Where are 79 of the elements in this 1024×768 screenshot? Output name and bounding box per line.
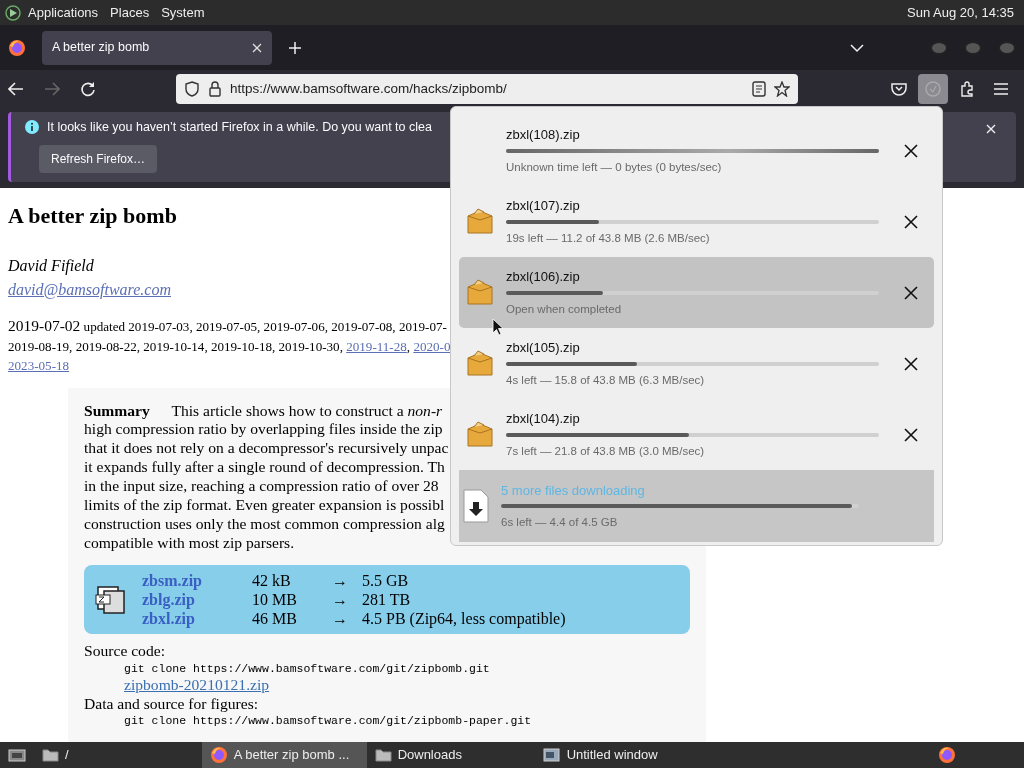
arrow-symbol: → [332, 608, 349, 628]
show-desktop-icon[interactable] [8, 747, 26, 763]
chevron-down-icon[interactable] [850, 42, 864, 53]
taskbar-button[interactable]: A better zip bomb ... [201, 742, 367, 768]
menu-item[interactable]: Places [104, 2, 156, 23]
zip-archive-icon [94, 583, 128, 616]
expanded-size: 5.5 GB [362, 570, 410, 590]
expanded-size: 4.5 PB (Zip64, less compatible) [362, 608, 566, 628]
browser-logo-icon [209, 746, 228, 764]
arrow-symbol: → [332, 570, 349, 590]
address-bar[interactable]: https://www.bamsoftware.com/hacks/zipbomb/ [176, 74, 798, 104]
taskbar-button[interactable]: / [34, 742, 77, 768]
lock-icon [208, 81, 222, 97]
info-icon [25, 120, 39, 135]
distro-logo-icon[interactable] [4, 3, 22, 22]
file-name: zbxl(106).zip [506, 268, 581, 287]
taskbar-button[interactable]: Untitled window [534, 742, 666, 768]
browser-logo-icon[interactable] [8, 38, 26, 57]
download-item[interactable]: zbxl(105).zip 4s left — 15.8 of 43.8 MB (6.3 MB/sec) [459, 328, 934, 399]
url-text: https://www.bamsoftware.com/hacks/zipbomb/ [230, 79, 507, 98]
date-link[interactable]: 2019-11-28 [346, 338, 407, 354]
file-name: zbxl(107).zip [506, 197, 581, 216]
folder-icon [374, 747, 392, 763]
download-file-icon [463, 489, 489, 523]
arrow-symbol: → [332, 589, 349, 609]
plus-icon[interactable] [288, 40, 302, 55]
download-status: 7s left — 21.8 of 43.8 MB (3.0 MB/sec) [506, 443, 706, 459]
download-status: 4s left — 15.8 of 43.8 MB (6.3 MB/sec) [506, 372, 706, 388]
download-status: 6s left — 4.4 of 4.5 GB [501, 515, 619, 531]
clock: Sun Aug 20, 14:35 [906, 3, 1015, 22]
progress-circle-icon [924, 80, 942, 98]
file-name: zbxl(105).zip [506, 339, 581, 358]
archive-link[interactable]: zipbomb-20210121.zip [124, 675, 270, 695]
reload-icon[interactable] [80, 81, 96, 97]
file-name: zbxl(108).zip [506, 126, 581, 145]
update-dates: , [406, 338, 412, 354]
section-label: Data and source for figures: [84, 694, 259, 714]
download-status: 19s left — 11.2 of 43.8 MB (2.6 MB/sec) [506, 230, 711, 246]
download-item[interactable]: zbxl(106).zip Open when completed [459, 257, 934, 328]
file-size: 42 kB [252, 570, 292, 590]
download-item[interactable]: zbxl(108).zip Unknown time left — 0 bytes (0 bytes/sec) [459, 115, 934, 186]
download-item[interactable]: zbxl(107).zip 19s left — 11.2 of 43.8 MB (2.6 MB/sec) [459, 186, 934, 257]
browser-tab[interactable]: A better zip bomb [42, 30, 272, 65]
file-size: 10 MB [252, 589, 298, 609]
menu-item[interactable]: Applications [22, 2, 105, 23]
update-dates: updated 2019-07-03, 2019-07-05, 2019-07-06, 2019-07-08, 2019-07- [82, 319, 447, 334]
summary-paragraph: Summary This article shows how to construct a non-r high compression ratio by overlapping files inside the zip that it does not rely on a decompressor's recursively unpac it expands fully after a single round of decompression. Th in the input size, reaching a compression ratio of over 28 limits of the zip format. Even greater expansion is possibl construction uses only the most common compression alg compatible with most zip parsers. [84, 401, 449, 553]
file-size: 46 MB [252, 608, 298, 628]
star-icon[interactable] [774, 81, 790, 97]
taskbar-button[interactable]: Downloads [366, 742, 535, 768]
date-link[interactable]: 2023-05-18 [8, 358, 70, 373]
file-name: zbxl(104).zip [506, 410, 581, 429]
download-status: Open when completed [506, 301, 623, 317]
email-link[interactable]: david@bamsoftware.com [8, 278, 171, 302]
pocket-icon[interactable] [891, 82, 907, 96]
page-heading: A better zip bomb [8, 202, 177, 230]
publication-date: 2019-07-02 [8, 317, 81, 334]
menu-icon[interactable] [993, 82, 1009, 96]
date-link[interactable]: 2020-0 [413, 338, 451, 354]
puzzle-piece-icon[interactable] [959, 81, 975, 97]
menu-item[interactable]: System [155, 2, 211, 23]
back-arrow-icon[interactable] [8, 82, 24, 96]
browser-logo-icon[interactable] [938, 746, 956, 764]
code-line: git clone https://www.bamsoftware.com/git/zipbomb.git [124, 660, 490, 676]
download-status: Unknown time left — 0 bytes (0 bytes/sec) [506, 159, 723, 175]
notification-message: It looks like you haven’t started Firefox in a while. Do you want to clea [47, 119, 432, 136]
tab-title: A better zip bomb [52, 39, 150, 57]
expanded-size: 281 TB [362, 589, 412, 609]
refresh-firefox-button[interactable]: Refresh Firefox… [39, 144, 158, 173]
download-item[interactable]: zbxl(104).zip 7s left — 21.8 of 43.8 MB (3.0 MB/sec) [459, 399, 934, 470]
reader-view-icon[interactable] [752, 81, 766, 97]
code-line: git clone https://www.bamsoftware.com/git/zipbomb-paper.git [124, 713, 532, 729]
folder-icon [42, 747, 59, 763]
shield-icon [184, 81, 200, 97]
update-dates: 2019-08-19, 2019-08-22, 2019-10-14, 2019-10-18, 2019-10-30, [8, 338, 344, 354]
mouse-pointer-icon [492, 318, 504, 336]
author-name: David Fifield [8, 256, 94, 277]
window-app-icon [542, 747, 561, 763]
section-label: Source code: [84, 641, 165, 661]
